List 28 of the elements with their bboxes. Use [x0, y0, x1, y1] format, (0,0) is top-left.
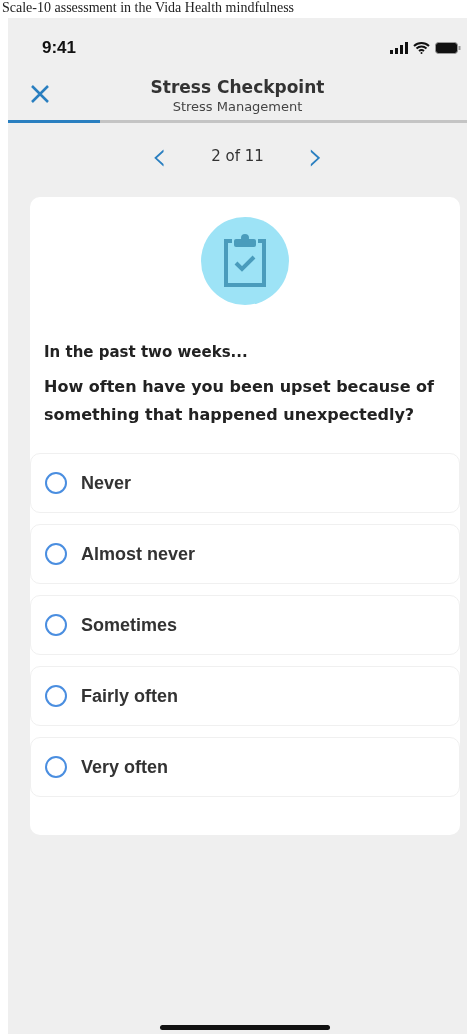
answer-option[interactable]: Almost never	[30, 524, 460, 584]
previous-button[interactable]: ‹	[147, 136, 172, 176]
answer-option[interactable]: Sometimes	[30, 595, 460, 655]
question-intro: In the past two weeks...	[44, 343, 249, 361]
clipboard-check-icon	[222, 233, 268, 289]
status-time: 9:41	[42, 38, 77, 58]
option-label: Fairly often	[81, 685, 178, 707]
option-label: Very often	[81, 756, 169, 778]
radio-button[interactable]	[45, 472, 67, 494]
option-label: Never	[81, 472, 132, 494]
battery-icon	[435, 42, 461, 54]
radio-button[interactable]	[45, 685, 67, 707]
radio-button[interactable]	[45, 614, 67, 636]
screen-title: Stress Checkpoint	[150, 76, 325, 97]
question-text: How often have you been upset because of something that happened unexpectedly?	[44, 376, 435, 426]
wifi-icon	[413, 42, 430, 54]
next-button[interactable]: ›	[303, 136, 328, 176]
option-label: Almost never	[81, 543, 196, 565]
option-label: Sometimes	[81, 614, 178, 636]
answer-option[interactable]: Fairly often	[30, 666, 460, 726]
caption: Scale-10 assessment in the Vida Health mindfulness	[1, 0, 296, 17]
signal-icon	[390, 42, 408, 54]
screen-subtitle: Stress Management	[172, 98, 303, 114]
radio-button[interactable]	[45, 756, 67, 778]
radio-button[interactable]	[45, 543, 67, 565]
answer-option[interactable]: Never	[30, 453, 460, 513]
answer-option[interactable]: Very often	[30, 737, 460, 797]
page-counter: 2 of 11	[211, 147, 264, 165]
